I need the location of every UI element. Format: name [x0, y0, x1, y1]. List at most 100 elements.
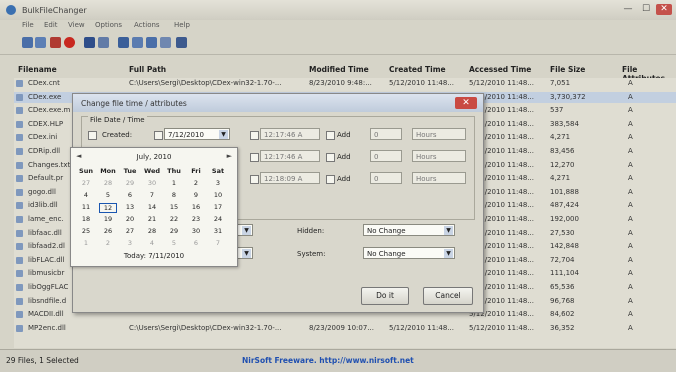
calendar-day[interactable]: 18 [77, 215, 95, 223]
col-file-size[interactable]: File Size [550, 65, 585, 74]
calendar-day[interactable]: 19 [99, 215, 117, 223]
do-it-button[interactable]: Do it [361, 287, 409, 305]
time-field-3[interactable]: 12:18:09 A [260, 172, 320, 184]
close-button[interactable]: ✕ [656, 4, 672, 15]
calendar-day[interactable]: 30 [143, 179, 161, 187]
created-date-checkbox[interactable] [154, 131, 163, 140]
table-row[interactable]: CDex.cnt C:\Users\Sergi\Desktop\CDex-win3… [14, 78, 676, 89]
calendar-day[interactable]: 6 [187, 239, 205, 247]
calendar-day[interactable]: 24 [209, 215, 227, 223]
add-checkbox-3[interactable] [326, 175, 335, 184]
col-modified-time[interactable]: Modified Time [309, 65, 369, 74]
time-field-2[interactable]: 12:17:46 A [260, 150, 320, 162]
calendar-day[interactable]: 5 [165, 239, 183, 247]
calendar-day[interactable]: 22 [165, 215, 183, 223]
time-checkbox-2[interactable] [250, 153, 259, 162]
time-checkbox-3[interactable] [250, 175, 259, 184]
maximize-button[interactable]: ☐ [638, 4, 654, 15]
add-checkbox-1[interactable] [326, 131, 335, 140]
calendar-day[interactable]: 29 [121, 179, 139, 187]
calendar-day[interactable]: 7 [209, 239, 227, 247]
calendar-day[interactable]: 3 [209, 179, 227, 187]
calendar-day[interactable]: 29 [165, 227, 183, 235]
calendar-today[interactable]: Today: 7/11/2010 [71, 252, 237, 260]
calendar-day[interactable]: 7 [143, 191, 161, 199]
calendar-day[interactable]: 25 [77, 227, 95, 235]
calendar-day[interactable]: 8 [165, 191, 183, 199]
calendar-day[interactable]: 31 [209, 227, 227, 235]
menu-actions[interactable]: Actions [134, 21, 160, 29]
menu-options[interactable]: Options [95, 21, 122, 29]
add-icon[interactable] [146, 37, 157, 48]
hidden-select[interactable]: No Change ▼ [363, 224, 455, 236]
chevron-down-icon[interactable]: ▼ [219, 130, 228, 139]
calendar-month[interactable]: July, 2010 [71, 153, 237, 161]
next-month-icon[interactable]: ► [227, 152, 232, 160]
calendar-day[interactable]: 5 [99, 191, 117, 199]
table-row[interactable]: MP2enc.dll C:\Users\Sergi\Desktop\CDex-wi… [14, 323, 676, 334]
calendar-day[interactable]: 30 [187, 227, 205, 235]
calendar-day[interactable]: 27 [77, 179, 95, 187]
add-value-1[interactable]: 0 [370, 128, 402, 140]
col-filename[interactable]: Filename [18, 65, 57, 74]
menu-edit[interactable]: Edit [44, 21, 58, 29]
unit-select-3[interactable]: Hours [412, 172, 466, 184]
cancel-button[interactable]: Cancel [423, 287, 473, 305]
time-field-1[interactable]: 12:17:46 A [260, 128, 320, 140]
menu-view[interactable]: View [68, 21, 85, 29]
calendar-day[interactable]: 14 [143, 203, 161, 211]
calendar-day[interactable]: 1 [165, 179, 183, 187]
calendar-day[interactable]: 17 [209, 203, 227, 211]
calendar-day[interactable]: 16 [187, 203, 205, 211]
find-icon[interactable] [176, 37, 187, 48]
delete-icon[interactable] [50, 37, 61, 48]
unit-select-2[interactable]: Hours [412, 150, 466, 162]
chevron-down-icon[interactable]: ▼ [444, 226, 453, 235]
calendar-day[interactable]: 10 [209, 191, 227, 199]
menu-file[interactable]: File [22, 21, 34, 29]
col-created-time[interactable]: Created Time [389, 65, 446, 74]
save-icon[interactable] [35, 37, 46, 48]
calendar-day[interactable]: 21 [143, 215, 161, 223]
col-accessed-time[interactable]: Accessed Time [469, 65, 531, 74]
calendar-day[interactable]: 23 [187, 215, 205, 223]
export-icon[interactable] [132, 37, 143, 48]
calendar-day[interactable]: 15 [165, 203, 183, 211]
calendar-day[interactable]: 2 [99, 239, 117, 247]
calendar-day[interactable]: 12 [99, 203, 117, 213]
calendar-day[interactable]: 26 [99, 227, 117, 235]
dialog-close-button[interactable]: ✕ [455, 97, 477, 109]
calendar-day[interactable]: 20 [121, 215, 139, 223]
chevron-down-icon[interactable]: ▼ [242, 249, 251, 258]
calendar-day[interactable]: 1 [77, 239, 95, 247]
calendar-day[interactable]: 27 [121, 227, 139, 235]
system-select[interactable]: No Change ▼ [363, 247, 455, 259]
open-icon[interactable] [22, 37, 33, 48]
calendar-day[interactable]: 9 [187, 191, 205, 199]
calendar-day[interactable]: 13 [121, 203, 139, 211]
menu-help[interactable]: Help [174, 21, 190, 29]
calendar-day[interactable]: 4 [143, 239, 161, 247]
time-checkbox-1[interactable] [250, 131, 259, 140]
col-full-path[interactable]: Full Path [129, 65, 166, 74]
calendar-day[interactable]: 6 [121, 191, 139, 199]
unit-select-1[interactable]: Hours [412, 128, 466, 140]
calendar-day[interactable]: 2 [187, 179, 205, 187]
calendar-day[interactable]: 11 [77, 203, 95, 211]
folder-icon[interactable] [98, 37, 109, 48]
minimize-button[interactable]: — [620, 4, 636, 15]
calendar-day[interactable]: 28 [99, 179, 117, 187]
chevron-down-icon[interactable]: ▼ [444, 249, 453, 258]
add-value-3[interactable]: 0 [370, 172, 402, 184]
copy-icon[interactable] [118, 37, 129, 48]
calendar-day[interactable]: 28 [143, 227, 161, 235]
status-link[interactable]: NirSoft Freeware. http://www.nirsoft.net [242, 356, 414, 365]
created-date-picker[interactable]: 7/12/2010 ▼ [164, 128, 230, 140]
calendar-day[interactable]: 4 [77, 191, 95, 199]
add-value-2[interactable]: 0 [370, 150, 402, 162]
stop-icon[interactable] [64, 37, 75, 48]
properties-icon[interactable] [84, 37, 95, 48]
created-checkbox[interactable] [88, 131, 97, 140]
html-icon[interactable] [160, 37, 171, 48]
add-checkbox-2[interactable] [326, 153, 335, 162]
